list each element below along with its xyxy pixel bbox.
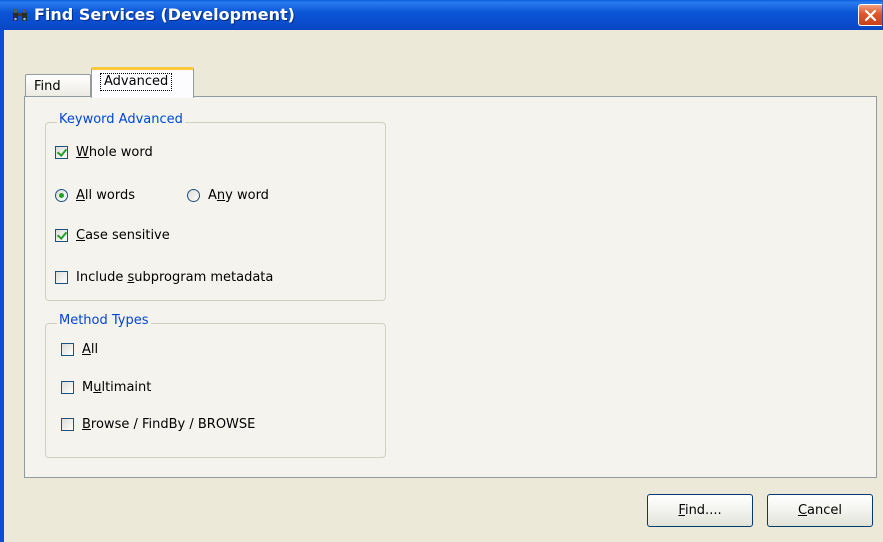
any-word-label: Any word — [208, 188, 269, 203]
close-button[interactable] — [858, 4, 882, 26]
all-words-label: All words — [76, 188, 135, 203]
browse-findby-check-box[interactable] — [61, 418, 74, 431]
all-methods-checkbox[interactable]: All — [61, 342, 98, 357]
any-word-radio-button[interactable] — [187, 189, 200, 202]
all-methods-label: All — [82, 342, 99, 357]
method-types-label: Method Types — [57, 313, 151, 328]
case-sensitive-checkbox[interactable]: Case sensitive — [55, 228, 170, 243]
all-methods-check-box[interactable] — [61, 343, 74, 356]
whole-word-label: Whole word — [76, 145, 153, 160]
all-words-radio[interactable]: All words — [55, 188, 135, 203]
find-button-label: ind.... — [684, 503, 722, 518]
any-word-radio[interactable]: Any word — [187, 188, 269, 203]
title-bar[interactable]: Find Services (Development) — [0, 0, 883, 30]
keyword-advanced-label: Keyword Advanced — [57, 112, 185, 127]
find-services-dialog: Find Services (Development) Find Advance… — [0, 0, 883, 542]
include-subprogram-checkbox[interactable]: Include subprogram metadata — [55, 270, 273, 285]
find-button[interactable]: Find.... — [647, 494, 753, 527]
case-sensitive-label: Case sensitive — [76, 228, 170, 243]
cancel-button-label: ancel — [807, 503, 843, 518]
cancel-button-mnemonic: C — [797, 503, 808, 518]
tab-advanced[interactable]: Advanced — [91, 67, 194, 98]
multimaint-check-box[interactable] — [61, 381, 74, 394]
browse-findby-checkbox[interactable]: Browse / FindBy / BROWSE — [61, 417, 255, 432]
cancel-button[interactable]: Cancel — [767, 494, 873, 527]
multimaint-label: Multimaint — [82, 380, 152, 395]
include-subprogram-label: Include subprogram metadata — [76, 270, 274, 285]
whole-word-check-box[interactable] — [55, 146, 68, 159]
binoculars-icon — [12, 7, 28, 23]
whole-word-checkbox[interactable]: Whole word — [55, 145, 153, 160]
all-words-radio-button[interactable] — [55, 189, 68, 202]
include-subprogram-check-box[interactable] — [55, 271, 68, 284]
tab-find-label: Find — [34, 79, 61, 94]
tab-advanced-label: Advanced — [100, 73, 173, 91]
window-frame-left — [0, 30, 4, 542]
multimaint-checkbox[interactable]: Multimaint — [61, 380, 151, 395]
window-title: Find Services (Development) — [34, 5, 295, 24]
tab-find[interactable]: Find — [25, 74, 91, 96]
browse-findby-label: Browse / FindBy / BROWSE — [82, 417, 256, 432]
case-sensitive-check-box[interactable] — [55, 229, 68, 242]
